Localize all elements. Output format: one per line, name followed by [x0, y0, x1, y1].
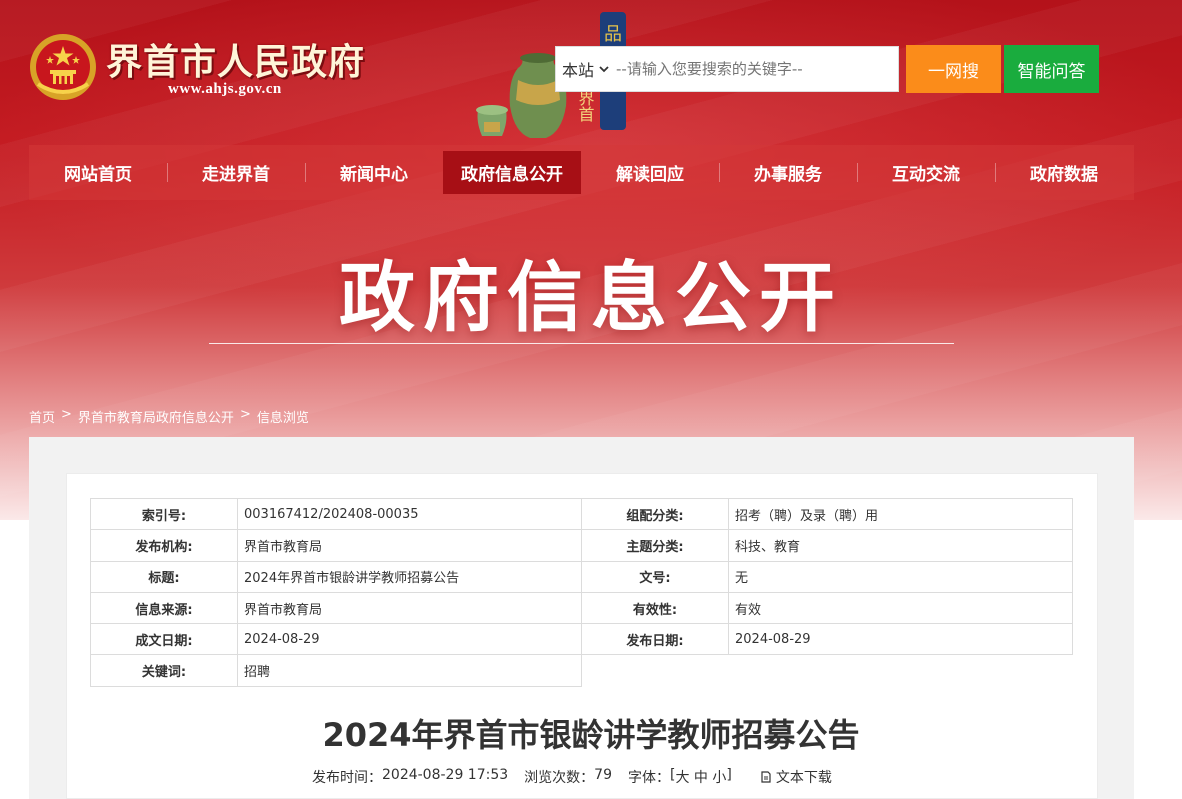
banner-text-pin: 品	[604, 24, 622, 45]
topic-value: 科技、教育	[728, 529, 1073, 562]
table-row: 成文日期: 2024-08-29 发布日期: 2024-08-29	[90, 623, 1073, 656]
nav-item-news[interactable]: 新闻中心	[305, 151, 443, 194]
publish-time-label: 发布时间：	[312, 770, 382, 786]
nav-item-interpretation[interactable]: 解读回应	[581, 151, 719, 194]
banner-text-jieshou: 界首	[576, 90, 595, 122]
smart-qa-button[interactable]: 智能问答	[1004, 45, 1099, 93]
search-button[interactable]: 一网搜	[906, 45, 1001, 93]
publish-time-value: 2024-08-29 17:53	[382, 767, 509, 783]
nav-item-about[interactable]: 走进界首	[167, 151, 305, 194]
breadcrumb-level2[interactable]: 信息浏览	[257, 407, 309, 426]
source-label: 信息来源:	[90, 591, 238, 625]
nav-item-services[interactable]: 办事服务	[719, 151, 857, 194]
font-size-bracket-close: ]	[726, 767, 732, 783]
search-bar: 本站	[555, 46, 899, 92]
title-value: 2024年界首市银龄讲学教师招募公告	[237, 560, 582, 593]
text-download-link[interactable]: 文本下载	[760, 767, 832, 787]
views-value: 79	[594, 767, 612, 783]
keywords-label: 关键词:	[90, 654, 238, 687]
font-size-medium[interactable]: 中	[694, 767, 708, 787]
breadcrumb-level1[interactable]: 界首市教育局政府信息公开	[78, 407, 234, 426]
publisher-value: 界首市教育局	[237, 529, 582, 562]
nav-item-gov-data[interactable]: 政府数据	[995, 151, 1133, 194]
table-row: 关键词: 招聘	[90, 654, 1073, 687]
index-value: 003167412/202408-00035	[237, 497, 582, 531]
topic-label: 主题分类:	[581, 529, 729, 562]
font-size-small[interactable]: 小	[712, 767, 726, 787]
main-nav: 网站首页 走进界首 新闻中心 政府信息公开 解读回应 办事服务 互动交流 政府数…	[29, 145, 1134, 200]
search-scope-select[interactable]: 本站	[556, 57, 616, 81]
search-input[interactable]	[616, 49, 898, 89]
table-row: 索引号: 003167412/202408-00035 组配分类: 招考（聘）及…	[90, 497, 1073, 531]
table-row: 发布机构: 界首市教育局 主题分类: 科技、教育	[90, 529, 1073, 562]
validity-value: 有效	[728, 591, 1073, 625]
nav-item-home[interactable]: 网站首页	[29, 151, 167, 194]
banner-divider	[209, 343, 954, 344]
empty-cell	[581, 654, 1073, 687]
category-label: 组配分类:	[581, 497, 729, 531]
table-row: 标题: 2024年界首市银龄讲学教师招募公告 文号: 无	[90, 560, 1073, 593]
site-title[interactable]: 界首市人民政府	[106, 33, 365, 85]
meta-info-table: 索引号: 003167412/202408-00035 组配分类: 招考（聘）及…	[90, 497, 1073, 687]
title-label: 标题:	[90, 560, 238, 593]
validity-label: 有效性:	[581, 591, 729, 625]
created-date-value: 2024-08-29	[237, 623, 582, 656]
source-value: 界首市教育局	[237, 591, 582, 625]
docno-value: 无	[728, 560, 1073, 593]
index-label: 索引号:	[90, 497, 238, 531]
national-emblem-icon	[30, 34, 96, 100]
table-row: 信息来源: 界首市教育局 有效性: 有效	[90, 591, 1073, 625]
publisher-label: 发布机构:	[90, 529, 238, 562]
article-meta: 发布时间： 2024-08-29 17:53 浏览次数： 79 字体： [ 大 …	[312, 767, 832, 787]
banner-title: 政府信息公开	[339, 253, 843, 342]
site-url: www.ahjs.gov.cn	[168, 81, 282, 97]
breadcrumb-home[interactable]: 首页	[29, 407, 55, 426]
font-size-label: 字体：	[628, 770, 670, 786]
keywords-value: 招聘	[237, 654, 582, 687]
document-icon	[761, 771, 771, 783]
search-scope-label: 本站	[562, 61, 595, 80]
published-date-label: 发布日期:	[581, 623, 729, 656]
article-title: 2024年界首市银龄讲学教师招募公告	[322, 716, 860, 754]
nav-item-gov-info[interactable]: 政府信息公开	[443, 151, 581, 194]
category-value: 招考（聘）及录（聘）用	[728, 497, 1073, 531]
created-date-label: 成文日期:	[90, 623, 238, 656]
text-download-label: 文本下载	[775, 770, 832, 786]
chevron-down-icon	[599, 66, 609, 73]
docno-label: 文号:	[581, 560, 729, 593]
views-label: 浏览次数：	[524, 770, 595, 786]
font-size-large[interactable]: 大	[675, 767, 689, 787]
breadcrumb-separator: >	[61, 407, 72, 422]
breadcrumb: 首页 > 界首市教育局政府信息公开 > 信息浏览	[29, 407, 309, 426]
breadcrumb-separator: >	[239, 407, 251, 422]
nav-item-interaction[interactable]: 互动交流	[857, 151, 995, 194]
published-date-value: 2024-08-29	[728, 623, 1073, 656]
